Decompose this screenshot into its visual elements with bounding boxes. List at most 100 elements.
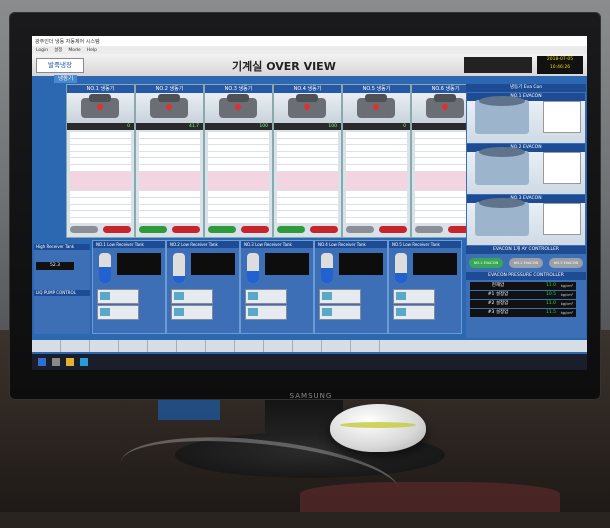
evacon-1-button[interactable]: NO.1 EVACON [469,258,503,268]
compressor-unit[interactable]: NO.1 냉동기 0 [66,84,135,238]
evacon-status [543,152,581,184]
valve-control[interactable] [245,305,287,320]
evacon-unit[interactable]: NO.2 EVACON [467,144,585,194]
tank-icon [247,253,259,283]
monitor-brand: SAMSUNG [289,392,333,400]
evacon-unit[interactable]: NO.1 EVACON [467,93,585,143]
evacon-unit[interactable]: NO.3 EVACON [467,195,585,245]
tab-button[interactable]: 발죽냉장 [36,58,84,73]
evacon-3-button[interactable]: NO.3 EVACON [549,258,583,268]
valve-control[interactable] [319,289,361,304]
compressor-name: NO.1 냉동기 [67,85,134,93]
receiver-lcd [191,253,235,275]
valve-control[interactable] [245,289,287,304]
receiver-title: NO.4 Low Receiver Tank [315,241,387,248]
start-button[interactable] [346,226,374,233]
compressor-image [136,93,203,123]
tank-icon [99,253,111,283]
evacon-image [475,96,529,134]
clock-time: 10:46:26 [549,65,571,70]
pressure-title: EVACON PRESSURE CONTROLLER [466,272,586,280]
valve-control[interactable] [97,305,139,320]
pressure-row: #1 설정압 10.5 kg/cm² [470,291,582,299]
clock-display: 2018-07-05 10:46:26 [537,56,583,74]
windows-taskbar [32,354,587,370]
chair [300,482,560,512]
window-title: 광주인더 냉동 자동제어 시스템 [35,38,100,45]
valve-control[interactable] [393,305,435,320]
evacon-image [475,147,529,185]
evacon-2-button[interactable]: NO.2 EVACON [509,258,543,268]
stop-button[interactable] [103,226,131,233]
tank-icon [321,253,333,283]
computer-mouse [330,404,426,452]
receiver-tank-panel: NO.2 Low Receiver Tank [166,240,240,334]
evacon-status [543,101,581,133]
start-button[interactable] [277,226,305,233]
stop-button[interactable] [379,226,407,233]
compressor-readings [274,130,341,226]
receiver-lcd [413,253,457,275]
menu-login[interactable]: Login [36,48,48,53]
valve-control[interactable] [97,289,139,304]
receiver-lcd [265,253,309,275]
menu-help[interactable]: Help [87,48,97,53]
receiver-lcd [117,253,161,275]
receiver-tank-panel: NO.1 Low Receiver Tank [92,240,166,334]
evacon-status [543,203,581,235]
valve-control[interactable] [171,305,213,320]
valve-control[interactable] [171,289,213,304]
folder-icon[interactable] [66,358,74,366]
compressor-load: 100 [274,123,341,130]
start-button[interactable] [415,226,443,233]
compressor-image [67,93,134,123]
start-button[interactable] [70,226,98,233]
compressor-readings [205,130,272,226]
evacon-section-label: 냉동기 Eva Con [466,84,586,92]
valve-control[interactable] [393,289,435,304]
overview-header: 발죽냉장 기계실 OVER VIEW 2018-07-05 10:46:26 [32,54,587,76]
receiver-title: NO.3 Low Receiver Tank [241,241,313,248]
receiver-tank-panel: NO.5 Low Receiver Tank [388,240,462,334]
compressor-load: 41.7 [136,123,203,130]
pressure-row: 현재압 11.0 kg/cm² [470,282,582,290]
menubar: Login 설정 Mode Help [32,46,587,54]
compressor-unit[interactable]: NO.4 냉동기 100 [273,84,342,238]
pump-title: LIQ PUMP CONTROL [34,290,90,296]
bottom-nav [32,340,587,352]
compressor-load: 0 [343,123,410,130]
compressor-readings [67,130,134,226]
receiver-tank-panel: NO.4 Low Receiver Tank [314,240,388,334]
liq-pump-panel: High Receiver Tank 52.3 LIQ PUMP CONTROL [34,244,90,334]
start-button[interactable] [208,226,236,233]
menu-mode[interactable]: Mode [68,48,80,53]
high-receiver-level: 52.3 [36,262,74,270]
stop-button[interactable] [172,226,200,233]
stop-button[interactable] [310,226,338,233]
menu-settings[interactable]: 설정 [54,47,62,53]
receiver-title: NO.1 Low Receiver Tank [93,241,165,248]
status-legend [464,57,532,73]
mouse-trim [340,422,416,428]
start-button[interactable] [139,226,167,233]
compressor-unit[interactable]: NO.5 냉동기 0 [342,84,411,238]
compressor-load: 0 [67,123,134,130]
receiver-title-0: High Receiver Tank [34,244,90,250]
receiver-title: NO.2 Low Receiver Tank [167,241,239,248]
evacon-control-title: EVACON 1개 AY CONTROLLER [466,246,586,254]
compressor-unit[interactable]: NO.2 냉동기 41.7 [135,84,204,238]
clock-date: 2018-07-05 [546,57,574,62]
compressor-unit[interactable]: NO.3 냉동기 100 [204,84,273,238]
receiver-lcd [339,253,383,275]
windows-start-icon[interactable] [38,358,46,366]
valve-control[interactable] [319,305,361,320]
receiver-tank-panel: NO.3 Low Receiver Tank [240,240,314,334]
compressor-section-label: 냉동기 [54,75,78,83]
pressure-row: #3 설정압 11.5 kg/cm² [470,309,582,317]
compressor-name: NO.3 냉동기 [205,85,272,93]
browser-icon[interactable] [80,358,88,366]
stop-button[interactable] [241,226,269,233]
compressor-name: NO.5 냉동기 [343,85,410,93]
search-icon[interactable] [52,358,60,366]
pressure-row: #2 설정압 11.0 kg/cm² [470,300,582,308]
